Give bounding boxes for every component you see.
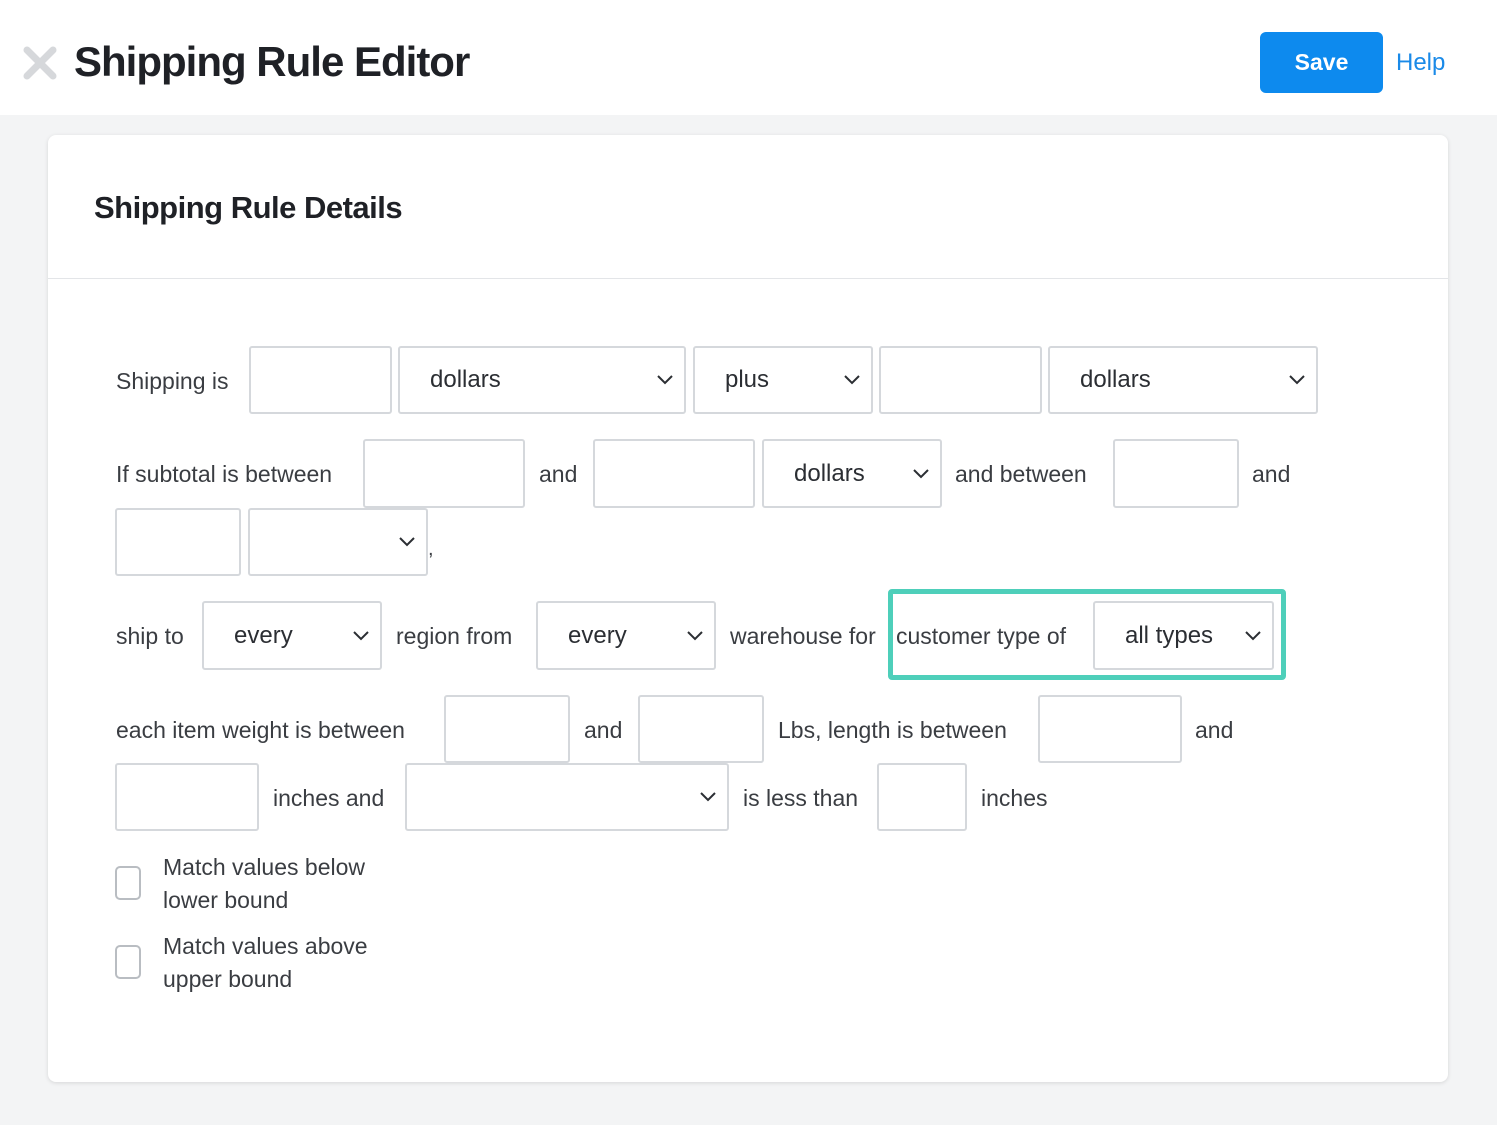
match-below-label: Match values below lower bound — [163, 851, 423, 917]
label-and: and — [584, 717, 623, 743]
match-below-label-line2: lower bound — [163, 887, 289, 913]
close-icon[interactable] — [22, 45, 58, 81]
card-header: Shipping Rule Details — [48, 135, 1448, 279]
dimension-select[interactable] — [405, 763, 729, 831]
save-button[interactable]: Save — [1260, 32, 1383, 93]
subtotal-max-input[interactable] — [593, 439, 755, 508]
match-above-label: Match values above upper bound — [163, 930, 423, 996]
label-less-than: is less than — [743, 785, 859, 811]
weight-min-input[interactable] — [444, 695, 570, 763]
label-and: and — [1195, 717, 1234, 743]
currency-select-1[interactable]: dollars — [398, 346, 686, 414]
length-max-input[interactable] — [115, 763, 259, 831]
section-title: Shipping Rule Details — [94, 190, 403, 225]
subtotal-currency-value: dollars — [794, 459, 865, 487]
label-shipping-is: Shipping is — [116, 368, 229, 394]
subtotal-currency-select[interactable]: dollars — [762, 439, 942, 508]
secondary-unit-select[interactable] — [248, 508, 428, 576]
match-below-label-line1: Match values below — [163, 854, 365, 880]
page-title: Shipping Rule Editor — [74, 38, 470, 85]
chevron-down-icon — [913, 468, 929, 478]
length-min-input[interactable] — [1038, 695, 1182, 763]
label-inches: inches — [981, 785, 1048, 811]
label-inches-and: inches and — [273, 785, 385, 811]
subtotal-min-input[interactable] — [363, 439, 525, 508]
label-ship-to: ship to — [116, 623, 184, 649]
region-select-value: every — [234, 621, 293, 649]
label-region-from: region from — [396, 623, 513, 649]
currency-select-1-value: dollars — [430, 366, 501, 393]
warehouse-select-value: every — [568, 621, 627, 649]
match-above-checkbox[interactable] — [115, 945, 141, 979]
chevron-down-icon — [657, 375, 673, 385]
chevron-down-icon — [687, 630, 703, 640]
label-customer-type: customer type of — [896, 621, 1067, 651]
label-and: and — [1252, 461, 1291, 487]
warehouse-select[interactable]: every — [536, 601, 716, 670]
chevron-down-icon — [844, 375, 860, 385]
operator-select[interactable]: plus — [693, 346, 873, 414]
chevron-down-icon — [1245, 630, 1261, 640]
top-bar: Shipping Rule Editor Save Help — [0, 0, 1497, 115]
label-and-between: and between — [955, 461, 1087, 487]
dimension-value-input[interactable] — [877, 763, 967, 831]
currency-select-2-value: dollars — [1080, 366, 1151, 393]
comma: , — [428, 538, 434, 560]
match-above-label-line2: upper bound — [163, 966, 293, 992]
shipping-amount2-input[interactable] — [879, 346, 1042, 414]
chevron-down-icon — [700, 792, 716, 802]
chevron-down-icon — [399, 537, 415, 547]
shipping-amount-input[interactable] — [249, 346, 392, 414]
customer-type-value: all types — [1125, 621, 1214, 649]
chevron-down-icon — [1289, 375, 1305, 385]
customer-type-select[interactable]: all types — [1093, 601, 1274, 670]
label-subtotal-between: If subtotal is between — [116, 461, 333, 487]
label-and: and — [539, 461, 578, 487]
label-warehouse-for: warehouse for — [730, 623, 876, 649]
label-item-weight: each item weight is between — [116, 717, 405, 743]
match-below-checkbox[interactable] — [115, 866, 141, 900]
help-link[interactable]: Help — [1396, 48, 1445, 78]
label-lbs-length: Lbs, length is between — [778, 717, 1007, 743]
chevron-down-icon — [353, 630, 369, 640]
currency-select-2[interactable]: dollars — [1048, 346, 1318, 414]
operator-select-value: plus — [725, 366, 770, 393]
weight-max-input[interactable] — [638, 695, 764, 763]
region-select[interactable]: every — [202, 601, 382, 670]
secondary-min-input[interactable] — [1113, 439, 1239, 508]
secondary-max-input[interactable] — [115, 508, 241, 576]
match-above-label-line1: Match values above — [163, 933, 368, 959]
